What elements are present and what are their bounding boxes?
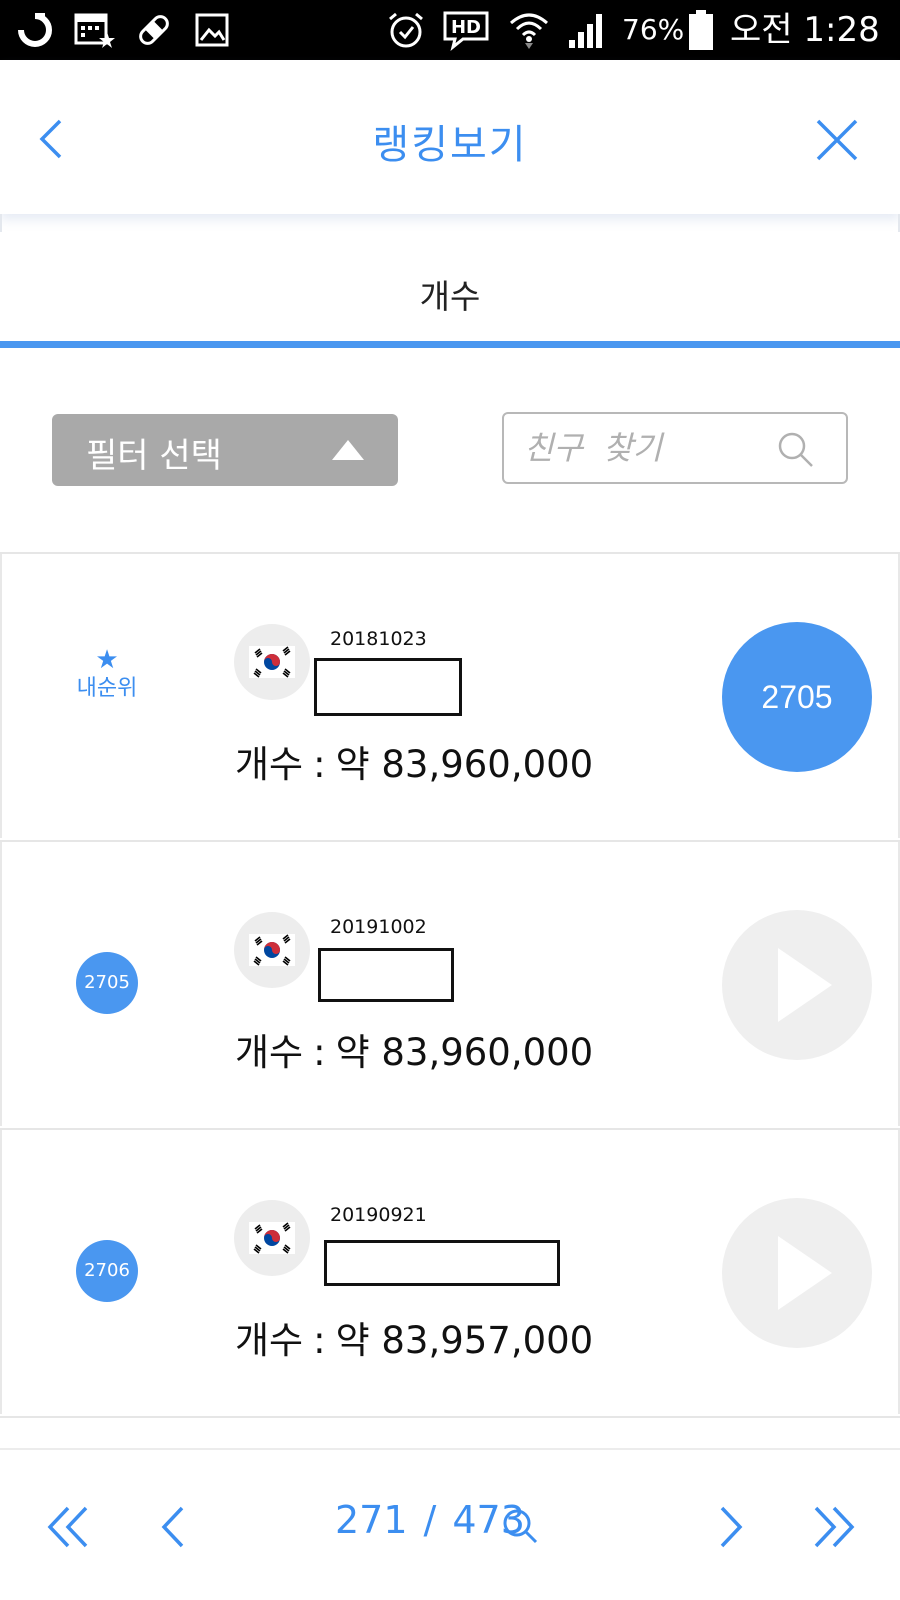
search-icon xyxy=(778,432,813,467)
bandage-icon xyxy=(134,10,174,50)
chevron-right-icon xyxy=(720,1506,743,1548)
battery-icon xyxy=(686,10,716,50)
play-button[interactable] xyxy=(722,910,872,1060)
close-button[interactable] xyxy=(812,115,862,165)
page-search-button[interactable] xyxy=(500,1506,540,1546)
last-page-button[interactable] xyxy=(808,1502,858,1552)
play-icon xyxy=(778,1236,832,1310)
tab-active-indicator xyxy=(0,341,900,348)
rank-badge-large: 2705 xyxy=(722,622,872,772)
prev-page-button[interactable] xyxy=(150,1502,200,1552)
triangle-up-icon xyxy=(332,440,364,460)
double-chevron-left-icon xyxy=(47,1506,88,1548)
my-rank-label: 내순위 xyxy=(76,676,138,701)
count-label: 개수 xyxy=(235,1031,304,1074)
count-separator: : xyxy=(313,743,326,786)
tab-count[interactable]: 개수 xyxy=(0,232,900,344)
svg-text:HD: HD xyxy=(451,17,481,38)
search-icon xyxy=(503,1509,538,1544)
name-redacted-box xyxy=(318,948,454,1002)
record-date: 20190921 xyxy=(330,1204,427,1226)
count-text: 개수: 약 83,960,000 xyxy=(235,734,593,788)
star-icon: ★ xyxy=(95,645,119,675)
image-icon xyxy=(192,10,232,50)
status-bar: HD 76% 오전 1:28 xyxy=(0,0,900,60)
count-separator: : xyxy=(313,1031,326,1074)
play-icon xyxy=(778,948,832,1022)
count-text: 개수: 약 83,960,000 xyxy=(235,1022,593,1076)
friend-search-input[interactable] xyxy=(524,424,774,472)
page-indicator: 271/473 xyxy=(335,1498,525,1542)
header-shadow-edge xyxy=(0,214,900,232)
record-date: 20181023 xyxy=(330,628,427,650)
chevron-left-icon xyxy=(161,1506,184,1548)
signal-icon xyxy=(566,10,610,50)
rank-badge: 2705 xyxy=(76,952,138,1014)
page-title: 랭킹보기 xyxy=(372,122,528,168)
tab-count-label: 개수 xyxy=(419,277,481,316)
pagination-bar: 271/473 xyxy=(0,1448,900,1600)
row-divider xyxy=(0,1416,900,1418)
friend-search-box xyxy=(502,412,848,484)
page-separator: / xyxy=(423,1498,437,1542)
korea-flag-icon xyxy=(249,646,295,678)
close-icon xyxy=(816,119,858,161)
calendar-star-icon xyxy=(72,10,116,50)
search-button[interactable] xyxy=(776,430,816,470)
count-label: 개수 xyxy=(235,1319,304,1362)
next-page-button[interactable] xyxy=(704,1502,754,1552)
count-value: 약 83,960,000 xyxy=(335,1031,594,1074)
current-page: 271 xyxy=(335,1498,408,1542)
filter-select-button[interactable]: 필터 선택 xyxy=(52,414,398,486)
avatar xyxy=(234,1200,310,1276)
korea-flag-icon xyxy=(249,934,295,966)
hd-voice-icon: HD xyxy=(440,10,492,51)
my-rank-marker: ★ 내순위 xyxy=(72,646,142,704)
count-text: 개수: 약 83,957,000 xyxy=(235,1310,593,1364)
count-value: 약 83,960,000 xyxy=(335,743,594,786)
play-button[interactable] xyxy=(722,1198,872,1348)
alarm-icon xyxy=(384,10,428,50)
app-header: 랭킹보기 xyxy=(0,60,900,214)
filter-select-label: 필터 선택 xyxy=(86,436,222,476)
count-label: 개수 xyxy=(235,743,304,786)
count-value: 약 83,957,000 xyxy=(335,1319,594,1362)
record-date: 20191002 xyxy=(330,916,427,938)
rank-badge: 2706 xyxy=(76,1240,138,1302)
ranking-row[interactable]: 2705 20191002 개수: 약 83,960,000 xyxy=(0,842,900,1126)
name-redacted-box xyxy=(324,1240,560,1286)
avatar xyxy=(234,624,310,700)
o-app-icon xyxy=(14,10,56,50)
wifi-icon xyxy=(506,10,552,50)
ranking-row-mine[interactable]: ★ 내순위 20181023 개수: 약 83,960,000 2705 xyxy=(0,554,900,838)
korea-flag-icon xyxy=(249,1222,295,1254)
count-separator: : xyxy=(313,1319,326,1362)
avatar xyxy=(234,912,310,988)
name-redacted-box xyxy=(314,658,462,716)
battery-percent: 76% xyxy=(622,13,685,46)
first-page-button[interactable] xyxy=(44,1502,94,1552)
double-chevron-right-icon xyxy=(814,1506,855,1548)
clock: 오전 1:28 xyxy=(730,10,880,50)
ranking-row[interactable]: 2706 20190921 개수: 약 83,957,000 xyxy=(0,1130,900,1414)
